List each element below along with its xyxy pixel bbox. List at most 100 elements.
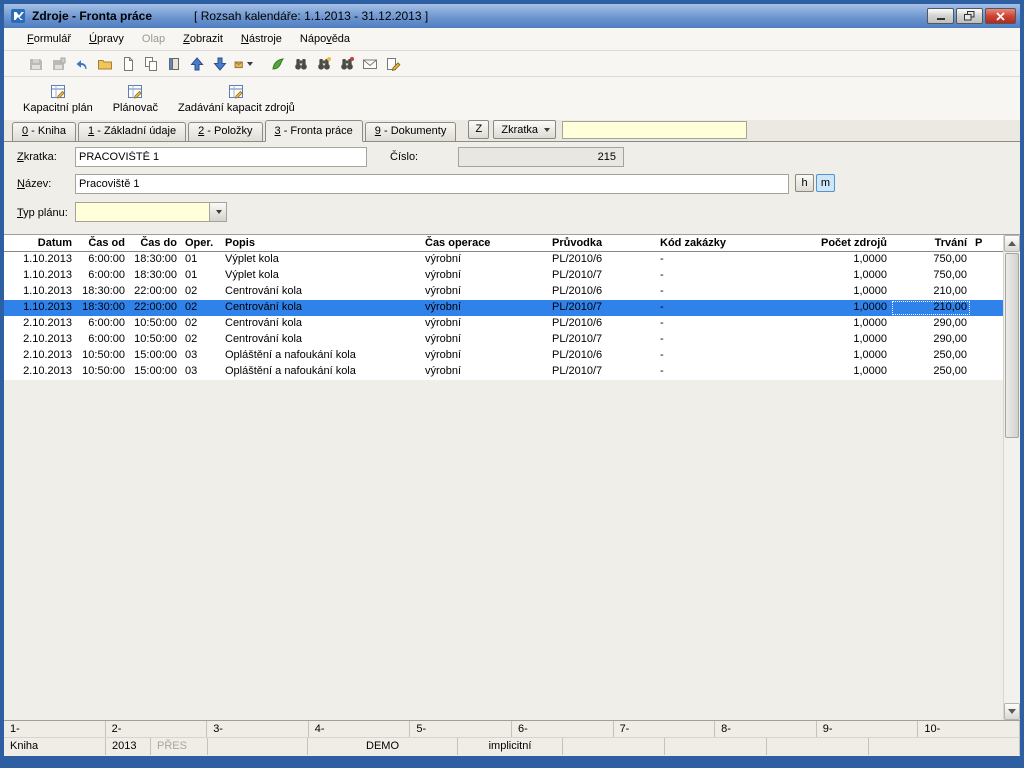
table-cell[interactable]: 1,0000 <box>786 268 891 284</box>
column-header-datum[interactable]: Datum <box>4 235 76 251</box>
table-cell[interactable]: PL/2010/7 <box>548 300 656 316</box>
column-header-p[interactable]: P <box>971 235 1003 251</box>
menu-napoveda[interactable]: Nápověda <box>291 30 359 48</box>
table-cell[interactable]: Centrování kola <box>221 332 421 348</box>
tab-dokumenty[interactable]: 9 - Dokumenty <box>365 122 457 141</box>
open-folder-icon[interactable] <box>95 54 115 74</box>
table-cell[interactable]: PL/2010/6 <box>548 348 656 364</box>
table-cell[interactable] <box>971 316 1003 332</box>
table-cell[interactable]: 210,00 <box>891 284 971 300</box>
table-cell[interactable]: výrobní <box>421 252 548 268</box>
table-cell[interactable]: 01 <box>181 252 221 268</box>
table-cell[interactable]: 1,0000 <box>786 252 891 268</box>
table-cell[interactable]: 10:50:00 <box>129 316 181 332</box>
table-cell[interactable]: 250,00 <box>891 364 971 380</box>
table-cell[interactable] <box>971 300 1003 316</box>
kapacitni-plan-button[interactable]: Kapacitní plán <box>16 80 100 118</box>
scroll-down-button[interactable] <box>1004 703 1020 720</box>
table-cell[interactable]: 03 <box>181 364 221 380</box>
column-header-cas-od[interactable]: Čas od <box>76 235 129 251</box>
table-cell[interactable]: 6:00:00 <box>76 268 129 284</box>
table-cell[interactable]: Opláštění a nafoukání kola <box>221 364 421 380</box>
m-button[interactable]: m <box>816 174 835 192</box>
table-cell[interactable] <box>971 284 1003 300</box>
table-cell[interactable]: 1.10.2013 <box>4 268 76 284</box>
table-cell[interactable]: výrobní <box>421 268 548 284</box>
column-header-pruvodka[interactable]: Průvodka <box>548 235 656 251</box>
column-header-trvani[interactable]: Trvání <box>891 235 971 251</box>
table-row[interactable]: 1.10.20136:00:0018:30:0001Výplet kolavýr… <box>4 252 1003 268</box>
table-cell[interactable] <box>971 332 1003 348</box>
planovac-button[interactable]: Plánovač <box>106 80 165 118</box>
column-header-cas-do[interactable]: Čas do <box>129 235 181 251</box>
table-cell[interactable]: 750,00 <box>891 252 971 268</box>
table-cell[interactable]: PL/2010/7 <box>548 332 656 348</box>
table-cell[interactable]: PL/2010/6 <box>548 252 656 268</box>
table-cell[interactable]: 03 <box>181 348 221 364</box>
table-cell[interactable]: 290,00 <box>891 316 971 332</box>
table-cell[interactable]: Výplet kola <box>221 252 421 268</box>
tab-polozky[interactable]: 2 - Položky <box>188 122 262 141</box>
table-cell[interactable]: Opláštění a nafoukání kola <box>221 348 421 364</box>
table-cell[interactable]: 10:50:00 <box>76 348 129 364</box>
table-cell[interactable]: Centrování kola <box>221 284 421 300</box>
table-cell[interactable]: 1,0000 <box>786 364 891 380</box>
quick-filter-input[interactable] <box>562 121 747 139</box>
restore-button[interactable] <box>956 8 983 24</box>
table-cell[interactable]: výrobní <box>421 300 548 316</box>
table-cell[interactable]: výrobní <box>421 364 548 380</box>
close-button[interactable] <box>985 8 1016 24</box>
combobox-dropdown-button[interactable] <box>209 203 226 221</box>
table-cell[interactable]: 02 <box>181 316 221 332</box>
table-cell[interactable]: - <box>656 332 786 348</box>
table-cell[interactable]: 6:00:00 <box>76 332 129 348</box>
column-header-popis[interactable]: Popis <box>221 235 421 251</box>
scroll-up-button[interactable] <box>1004 235 1020 252</box>
table-row[interactable]: 2.10.20136:00:0010:50:0002Centrování kol… <box>4 316 1003 332</box>
copy-icon[interactable] <box>141 54 161 74</box>
table-cell[interactable]: 22:00:00 <box>129 300 181 316</box>
column-header-pocet-zdroju[interactable]: Počet zdrojů <box>786 235 891 251</box>
zadavani-kapacit-button[interactable]: Zadávání kapacit zdrojů <box>171 80 302 118</box>
table-cell[interactable]: 18:30:00 <box>76 284 129 300</box>
table-cell[interactable]: 6:00:00 <box>76 316 129 332</box>
table-cell[interactable]: 02 <box>181 332 221 348</box>
table-cell[interactable]: - <box>656 300 786 316</box>
table-cell[interactable]: Centrování kola <box>221 316 421 332</box>
undo-icon[interactable] <box>72 54 92 74</box>
find-next-icon[interactable] <box>314 54 334 74</box>
menu-nastroje[interactable]: Nástroje <box>232 30 291 48</box>
menu-upravy[interactable]: Úpravy <box>80 30 133 48</box>
move-up-icon[interactable] <box>187 54 207 74</box>
table-row[interactable]: 1.10.201318:30:0022:00:0002Centrování ko… <box>4 284 1003 300</box>
table-cell[interactable]: 10:50:00 <box>129 332 181 348</box>
table-cell[interactable]: 1,0000 <box>786 284 891 300</box>
mail-icon[interactable] <box>360 54 380 74</box>
table-cell[interactable]: 1.10.2013 <box>4 252 76 268</box>
table-cell[interactable]: Výplet kola <box>221 268 421 284</box>
table-cell[interactable]: PL/2010/7 <box>548 364 656 380</box>
table-row[interactable]: 2.10.201310:50:0015:00:0003Opláštění a n… <box>4 348 1003 364</box>
h-button[interactable]: h <box>795 174 814 192</box>
table-cell[interactable]: - <box>656 348 786 364</box>
table-cell[interactable]: 2.10.2013 <box>4 316 76 332</box>
move-down-icon[interactable] <box>210 54 230 74</box>
tab-zakladni-udaje[interactable]: 1 - Základní údaje <box>78 122 186 141</box>
table-row[interactable]: 1.10.20136:00:0018:30:0001Výplet kolavýr… <box>4 268 1003 284</box>
table-cell[interactable]: 250,00 <box>891 348 971 364</box>
table-cell[interactable]: 750,00 <box>891 268 971 284</box>
menu-formular[interactable]: Formulář <box>18 30 80 48</box>
table-cell[interactable] <box>971 268 1003 284</box>
vertical-scrollbar[interactable] <box>1003 235 1020 720</box>
nazev-input[interactable] <box>75 174 789 194</box>
table-cell[interactable]: PL/2010/7 <box>548 268 656 284</box>
table-cell[interactable]: 2.10.2013 <box>4 332 76 348</box>
find-icon[interactable] <box>291 54 311 74</box>
table-cell[interactable]: 02 <box>181 284 221 300</box>
table-cell[interactable] <box>971 364 1003 380</box>
table-cell[interactable]: Centrování kola <box>221 300 421 316</box>
table-cell[interactable]: 1.10.2013 <box>4 300 76 316</box>
typ-planu-combobox[interactable] <box>75 202 227 222</box>
table-cell[interactable]: výrobní <box>421 348 548 364</box>
tab-fronta-prace[interactable]: 3 - Fronta práce <box>265 120 363 142</box>
